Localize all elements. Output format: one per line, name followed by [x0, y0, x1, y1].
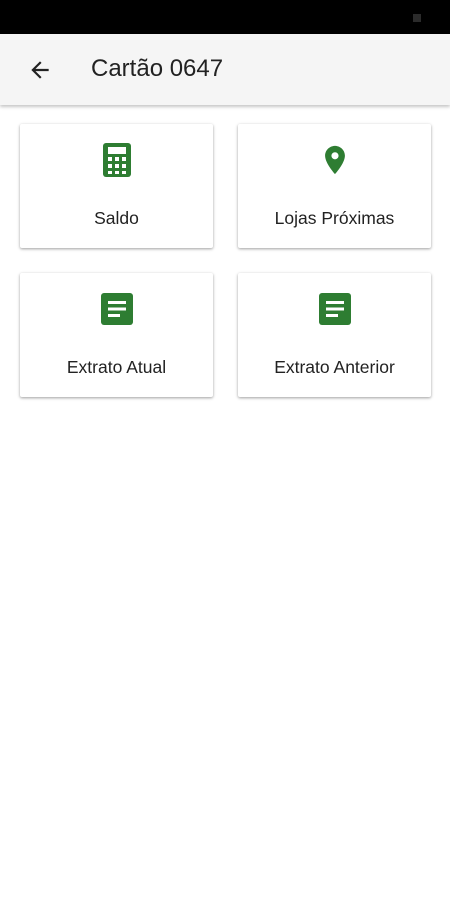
document-icon [100, 292, 134, 326]
status-indicator [413, 14, 421, 22]
menu-item-lojas-proximas[interactable]: Lojas Próximas [238, 124, 431, 248]
menu-item-extrato-atual[interactable]: Extrato Atual [20, 273, 213, 397]
menu-item-label: Saldo [94, 208, 139, 228]
document-icon [318, 292, 352, 326]
location-pin-icon [318, 143, 352, 177]
menu-item-saldo[interactable]: Saldo [20, 124, 213, 248]
status-bar [0, 0, 450, 34]
menu-item-label: Extrato Atual [66, 357, 167, 377]
calculator-icon [100, 143, 134, 177]
page-title: Cartão 0647 [91, 55, 224, 82]
back-button[interactable] [18, 48, 62, 92]
menu-item-label: Extrato Anterior [274, 357, 395, 377]
arrow-back-icon [31, 61, 49, 79]
menu-item-label: Lojas Próximas [274, 208, 395, 228]
app-bar: Cartão 0647 [0, 34, 450, 105]
menu-item-extrato-anterior[interactable]: Extrato Anterior [238, 273, 431, 397]
